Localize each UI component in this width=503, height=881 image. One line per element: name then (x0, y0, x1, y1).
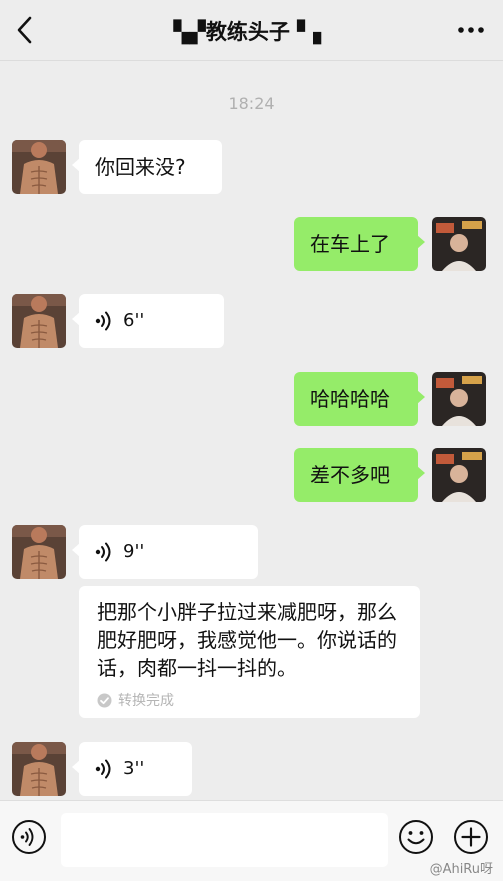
message-input[interactable] (61, 813, 388, 867)
emoji-icon[interactable] (398, 819, 434, 855)
my-avatar-image (432, 448, 486, 502)
transcript-status: 转换完成 (97, 690, 402, 710)
voice-duration: 9'' (123, 541, 145, 562)
message-text: 差不多吧 (310, 463, 390, 487)
chat-title: ▚▞教练头子 ▘▖ (173, 20, 330, 44)
incoming-text-message[interactable]: 你回来没? (72, 140, 222, 194)
voice-wave-icon (95, 759, 111, 779)
voice-duration: 6'' (123, 310, 145, 331)
my-avatar[interactable] (432, 372, 486, 426)
top-bar: ▚▞教练头子 ▘▖ (0, 0, 503, 61)
my-avatar-image (432, 217, 486, 271)
transcript-text: 把那个小胖子拉过来减肥呀，那么肥好肥呀，我感觉他一。你说话的话，肉都一抖一抖的。 (97, 600, 397, 680)
contact-avatar[interactable] (12, 525, 66, 579)
voice-duration: 3'' (123, 758, 145, 779)
my-avatar-image (432, 372, 486, 426)
incoming-voice-message[interactable]: 9'' (72, 525, 258, 579)
contact-avatar[interactable] (12, 294, 66, 348)
message-text: 哈哈哈哈 (310, 387, 390, 411)
voice-mode-icon[interactable] (11, 819, 47, 855)
plus-icon[interactable] (453, 819, 489, 855)
outgoing-text-message[interactable]: 哈哈哈哈 (294, 372, 425, 426)
outgoing-text-message[interactable]: 在车上了 (294, 217, 425, 271)
contact-avatar-image (12, 742, 66, 796)
my-avatar[interactable] (432, 448, 486, 502)
incoming-voice-message[interactable]: 3'' (72, 742, 192, 796)
transcript-status-label: 转换完成 (118, 693, 174, 709)
incoming-voice-message[interactable]: 6'' (72, 294, 224, 348)
watermark: @AhiRu呀 (429, 862, 493, 877)
voice-wave-icon (95, 542, 111, 562)
outgoing-text-message[interactable]: 差不多吧 (294, 448, 425, 502)
my-avatar[interactable] (432, 217, 486, 271)
contact-avatar[interactable] (12, 742, 66, 796)
voice-wave-icon (95, 311, 111, 331)
more-dots-icon[interactable] (457, 20, 485, 40)
check-circle-icon (97, 693, 112, 707)
voice-transcript-card[interactable]: 把那个小胖子拉过来减肥呀，那么肥好肥呀，我感觉他一。你说话的话，肉都一抖一抖的。… (79, 586, 420, 718)
chat-timestamp: 18:24 (228, 94, 275, 113)
contact-avatar-image (12, 294, 66, 348)
message-text: 在车上了 (310, 232, 390, 256)
composer-bar: @AhiRu呀 (0, 800, 503, 881)
contact-avatar[interactable] (12, 140, 66, 194)
message-text: 你回来没? (95, 155, 186, 179)
contact-avatar-image (12, 525, 66, 579)
contact-avatar-image (12, 140, 66, 194)
